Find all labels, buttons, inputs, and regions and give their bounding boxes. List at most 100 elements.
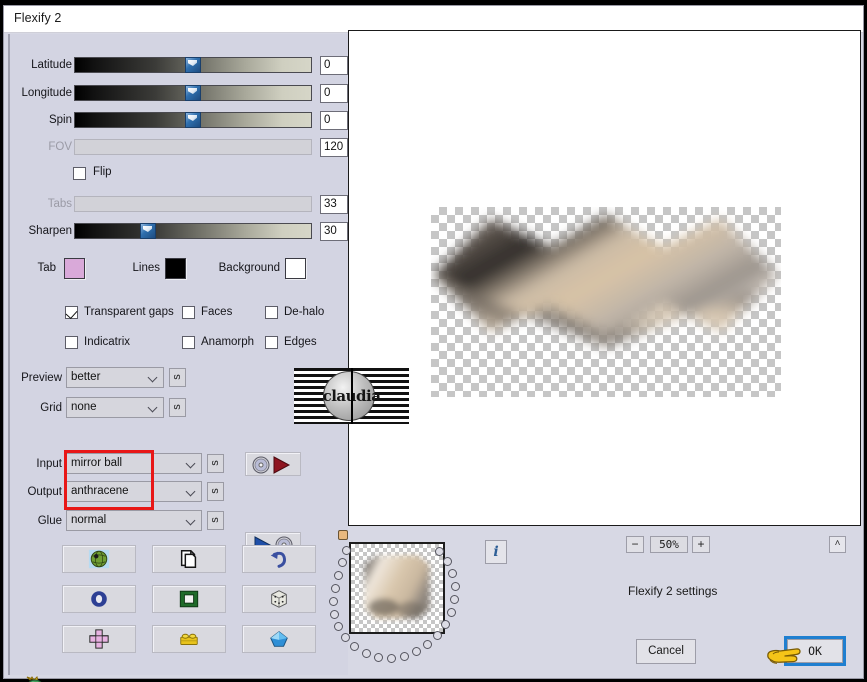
label-indicatrix: Indicatrix: [84, 336, 131, 348]
orbit-dot[interactable]: [447, 608, 456, 617]
orbit-dot[interactable]: [387, 654, 396, 663]
output-s-button[interactable]: s: [207, 482, 224, 501]
orbit-marker-active[interactable]: [338, 530, 348, 540]
zoom-in-button[interactable]: +: [692, 536, 710, 553]
cross-net-button[interactable]: [62, 625, 136, 653]
flip-row: Flip: [10, 165, 350, 187]
orbit-dot[interactable]: [374, 653, 383, 662]
lego-brick-button[interactable]: [152, 625, 226, 653]
orbit-dot[interactable]: [334, 622, 343, 631]
label-anamorph: Anamorph: [201, 336, 255, 348]
info-button[interactable]: i: [485, 540, 507, 564]
orbit-dot[interactable]: [423, 640, 432, 649]
dropdown-grid[interactable]: none: [66, 397, 164, 418]
checkbox-edges[interactable]: [265, 336, 278, 349]
frame-button[interactable]: [152, 585, 226, 613]
orbit-dot[interactable]: [329, 597, 338, 606]
zoom-level-value[interactable]: 50%: [650, 536, 688, 553]
orbit-dot[interactable]: [334, 571, 343, 580]
input-s-button[interactable]: s: [207, 454, 224, 473]
orbit-dot[interactable]: [330, 610, 339, 619]
orbit-dot[interactable]: [338, 558, 347, 567]
orbit-dot[interactable]: [441, 620, 450, 629]
value-fov[interactable]: 120: [320, 138, 348, 157]
value-spin[interactable]: 0: [320, 111, 348, 130]
orbit-dot[interactable]: [433, 631, 442, 640]
orbit-dot[interactable]: [443, 557, 452, 566]
value-longitude[interactable]: 0: [320, 84, 348, 103]
swatch-tab-color[interactable]: [64, 258, 85, 279]
label-faces: Faces: [201, 306, 233, 318]
orbit-dot[interactable]: [362, 649, 371, 658]
value-sharpen[interactable]: 30: [320, 222, 348, 241]
dropdown-glue-value: normal: [71, 514, 107, 526]
orbit-dot[interactable]: [451, 582, 460, 591]
orbit-dot[interactable]: [412, 647, 421, 656]
cancel-button-label: Cancel: [648, 645, 684, 657]
orbit-dot[interactable]: [435, 547, 444, 556]
copy-pages-button[interactable]: [152, 545, 226, 573]
label-preview: Preview: [21, 372, 62, 384]
swatch-lines-color[interactable]: [165, 258, 186, 279]
checkbox-faces[interactable]: [182, 306, 195, 319]
watermark-logo: claudia: [294, 368, 409, 424]
slider-track-sharpen[interactable]: [74, 223, 312, 239]
globe-map-button[interactable]: [62, 545, 136, 573]
slider-track-spin[interactable]: [74, 112, 312, 128]
slider-track-longitude[interactable]: [74, 85, 312, 101]
dropdown-output[interactable]: anthracene: [66, 481, 202, 502]
thumbnail-preview[interactable]: [349, 542, 445, 634]
ok-button[interactable]: OK: [787, 639, 843, 663]
dice-random-button[interactable]: [242, 585, 316, 613]
load-preset-button[interactable]: [245, 452, 301, 476]
dropdown-preview[interactable]: better: [66, 367, 164, 388]
glue-s-button[interactable]: s: [207, 511, 224, 530]
grid-s-button[interactable]: s: [169, 398, 186, 417]
orbit-dot[interactable]: [400, 652, 409, 661]
label-tabs: Tabs: [47, 198, 72, 210]
value-tabs[interactable]: 33: [320, 195, 348, 214]
orbit-dot[interactable]: [450, 595, 459, 604]
value-latitude[interactable]: 0: [320, 56, 348, 75]
zoom-out-button[interactable]: −: [626, 536, 644, 553]
title-bar: Flexify 2: [4, 6, 863, 33]
undo-button[interactable]: [242, 545, 316, 573]
orbit-dot[interactable]: [350, 642, 359, 651]
dropdown-input[interactable]: mirror ball: [66, 453, 202, 474]
orbit-dot[interactable]: [331, 584, 340, 593]
slider-thumb-spin[interactable]: [185, 112, 201, 128]
leaf-brand-icon: [26, 676, 42, 682]
slider-track-tabs: [74, 196, 312, 212]
preview-canvas[interactable]: [348, 30, 861, 526]
dropdown-row-output: Output anthracene s: [10, 481, 350, 505]
orbit-dot[interactable]: [448, 569, 457, 578]
orbit-dot[interactable]: [341, 633, 350, 642]
ok-button-focus-ring: OK: [784, 636, 846, 666]
slider-thumb-latitude[interactable]: [185, 57, 201, 73]
label-de-halo: De-halo: [284, 306, 325, 318]
slider-thumb-longitude[interactable]: [185, 85, 201, 101]
gem-button[interactable]: [242, 625, 316, 653]
slider-track-latitude[interactable]: [74, 57, 312, 73]
frame-icon: [179, 590, 199, 608]
checkbox-indicatrix[interactable]: [65, 336, 78, 349]
torus-button[interactable]: [62, 585, 136, 613]
checkbox-anamorph[interactable]: [182, 336, 195, 349]
orbit-dot[interactable]: [342, 546, 351, 555]
cancel-button[interactable]: Cancel: [636, 639, 696, 664]
checkbox-flip[interactable]: [73, 167, 86, 180]
dropdown-glue[interactable]: normal: [66, 510, 202, 531]
preview-s-button[interactable]: s: [169, 368, 186, 387]
label-sharpen: Sharpen: [28, 225, 72, 237]
slider-thumb-sharpen[interactable]: [140, 223, 156, 239]
swatch-background-color[interactable]: [285, 258, 306, 279]
collapse-panel-button[interactable]: ˄: [829, 536, 846, 553]
slider-row-fov: FOV 120: [10, 138, 350, 160]
lego-brick-icon: [180, 633, 198, 645]
label-edges: Edges: [284, 336, 317, 348]
settings-label: Flexify 2 settings: [628, 584, 718, 598]
disc-to-arrow-icon: [252, 456, 291, 474]
checkbox-de-halo[interactable]: [265, 306, 278, 319]
checkbox-transparent-gaps[interactable]: [65, 306, 78, 319]
label-output: Output: [27, 486, 62, 498]
